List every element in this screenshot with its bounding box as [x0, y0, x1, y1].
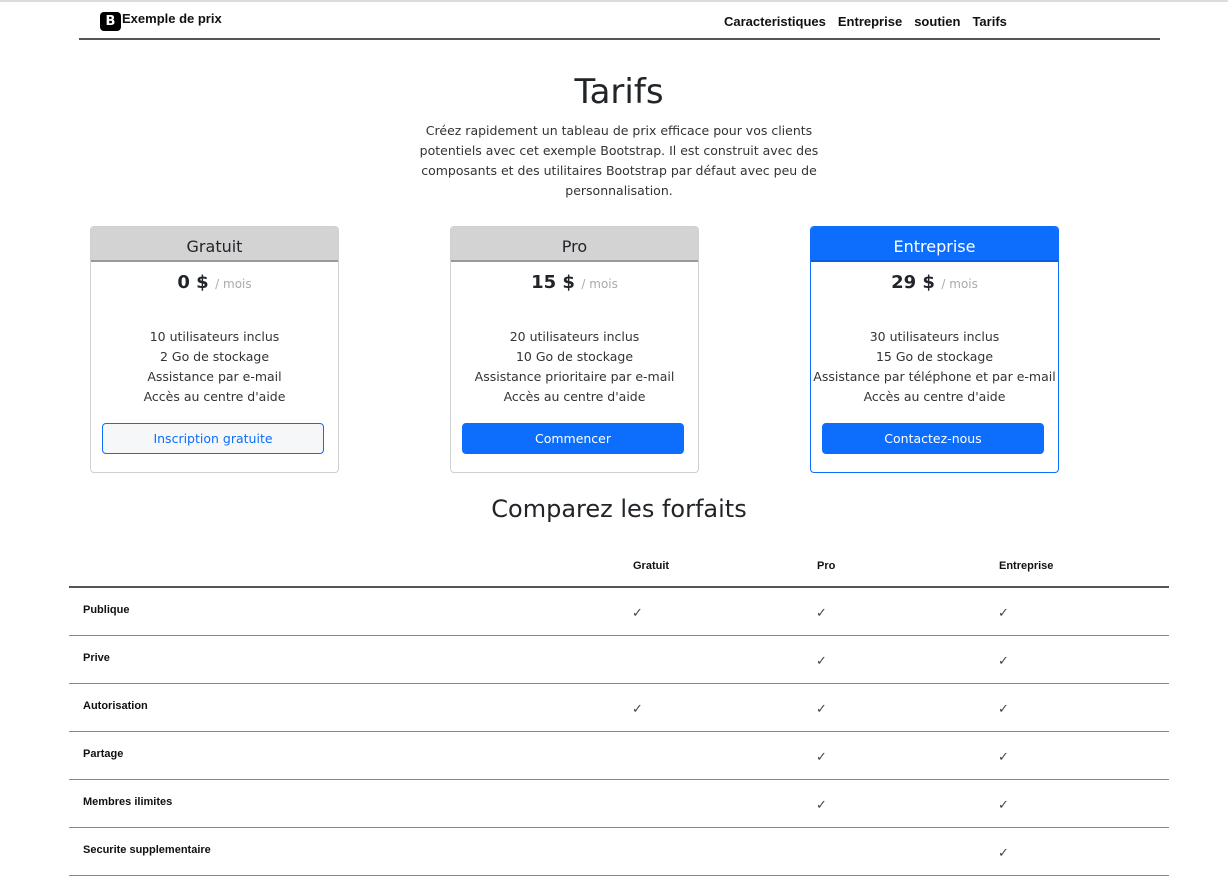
feature-list: 10 utilisateurs inclus 2 Go de stockage …	[91, 327, 338, 407]
page-title: Tarifs	[574, 72, 664, 112]
price-amount: 29 $	[891, 272, 935, 293]
column-header-gratuit: Gratuit	[629, 546, 813, 588]
pricing-card-pro: Pro 15 $ / mois 20 utilisateurs inclus 1…	[450, 226, 699, 473]
table-row: Autorisation ✓ ✓ ✓	[69, 683, 1169, 732]
feature-item: Assistance par e-mail	[147, 369, 282, 384]
nav-link-entreprise[interactable]: Entreprise	[838, 14, 902, 29]
check-icon: ✓	[998, 701, 1009, 717]
price-period: / mois	[941, 277, 978, 291]
pricing-card-gratuit: Gratuit 0 $ / mois 10 utilisateurs inclu…	[90, 226, 339, 473]
nav-link-soutien[interactable]: soutien	[914, 14, 960, 29]
feature-item: Assistance prioritaire par e-mail	[474, 369, 675, 384]
table-row: Prive ✓ ✓	[69, 635, 1169, 684]
price-period: / mois	[581, 277, 618, 291]
check-icon: ✓	[998, 606, 1009, 621]
check-icon: ✓	[998, 653, 1009, 669]
feature-item: 20 utilisateurs inclus	[509, 329, 640, 344]
check-icon: ✓	[816, 797, 827, 813]
column-header-pro: Pro	[813, 546, 995, 588]
feature-item: Accès au centre d'aide	[503, 389, 646, 404]
feature-item: 2 Go de stockage	[159, 349, 270, 364]
price: 15 $ / mois	[451, 272, 698, 296]
table-row: Securite supplementaire ✓	[69, 827, 1169, 876]
feature-list: 20 utilisateurs inclus 10 Go de stockage…	[451, 327, 698, 407]
feature-item: Accès au centre d'aide	[863, 389, 1006, 404]
table-row: Publique ✓ ✓ ✓	[69, 587, 1169, 636]
table-row: Partage ✓ ✓	[69, 731, 1169, 780]
feature-item: 30 utilisateurs inclus	[869, 329, 1000, 344]
table-header-row: Gratuit Pro Entreprise	[69, 546, 1169, 588]
column-header-entreprise: Entreprise	[995, 546, 1169, 588]
check-icon: ✓	[816, 653, 827, 669]
check-icon: ✓	[632, 701, 643, 717]
row-label: Securite supplementaire	[69, 827, 629, 876]
feature-item: 10 Go de stockage	[515, 349, 634, 364]
table-row: Membres ilimites ✓ ✓	[69, 779, 1169, 828]
contact-us-button[interactable]: Contactez-nous	[822, 423, 1044, 454]
signup-free-button[interactable]: Inscription gratuite	[102, 423, 324, 454]
card-title: Entreprise	[811, 227, 1058, 262]
main-nav: Caracteristiques Entreprise soutien Tari…	[724, 14, 1007, 29]
check-icon: ✓	[632, 606, 643, 621]
price-amount: 15 $	[531, 272, 575, 293]
row-label: Autorisation	[69, 683, 629, 732]
check-icon: ✓	[816, 749, 827, 765]
compare-table: Gratuit Pro Entreprise Publique ✓ ✓ ✓ Pr…	[69, 546, 1169, 876]
price-period: / mois	[215, 277, 252, 291]
get-started-button[interactable]: Commencer	[462, 423, 684, 454]
feature-item: 15 Go de stockage	[875, 349, 994, 364]
feature-column-header	[69, 546, 629, 588]
brand-link[interactable]: B Exemple de prix	[100, 10, 222, 32]
nav-link-tarifs[interactable]: Tarifs	[972, 14, 1006, 29]
row-label: Publique	[69, 587, 629, 636]
price-amount: 0 $	[177, 272, 209, 293]
page-lead: Créez rapidement un tableau de prix effi…	[419, 123, 819, 198]
feature-item: Accès au centre d'aide	[143, 389, 286, 404]
card-title: Gratuit	[91, 227, 338, 262]
price: 0 $ / mois	[91, 272, 338, 296]
row-label: Partage	[69, 731, 629, 780]
row-label: Membres ilimites	[69, 779, 629, 828]
check-icon: ✓	[816, 606, 827, 621]
check-icon: ✓	[998, 797, 1009, 813]
nav-link-caracteristiques[interactable]: Caracteristiques	[724, 14, 826, 29]
site-header: B Exemple de prix Caracteristiques Entre…	[79, 2, 1160, 40]
card-title: Pro	[451, 227, 698, 262]
brand-name: Exemple de prix	[122, 11, 222, 26]
feature-item: Assistance par téléphone et par e-mail	[813, 369, 1056, 384]
feature-item: 10 utilisateurs inclus	[149, 329, 280, 344]
check-icon: ✓	[998, 845, 1009, 861]
feature-list: 30 utilisateurs inclus 15 Go de stockage…	[811, 327, 1058, 407]
compare-title: Comparez les forfaits	[491, 495, 747, 523]
row-label: Prive	[69, 635, 629, 684]
price: 29 $ / mois	[811, 272, 1058, 296]
bootstrap-logo-icon: B	[100, 11, 121, 31]
check-icon: ✓	[816, 701, 827, 717]
check-icon: ✓	[998, 749, 1009, 765]
pricing-card-entreprise: Entreprise 29 $ / mois 30 utilisateurs i…	[810, 226, 1059, 473]
